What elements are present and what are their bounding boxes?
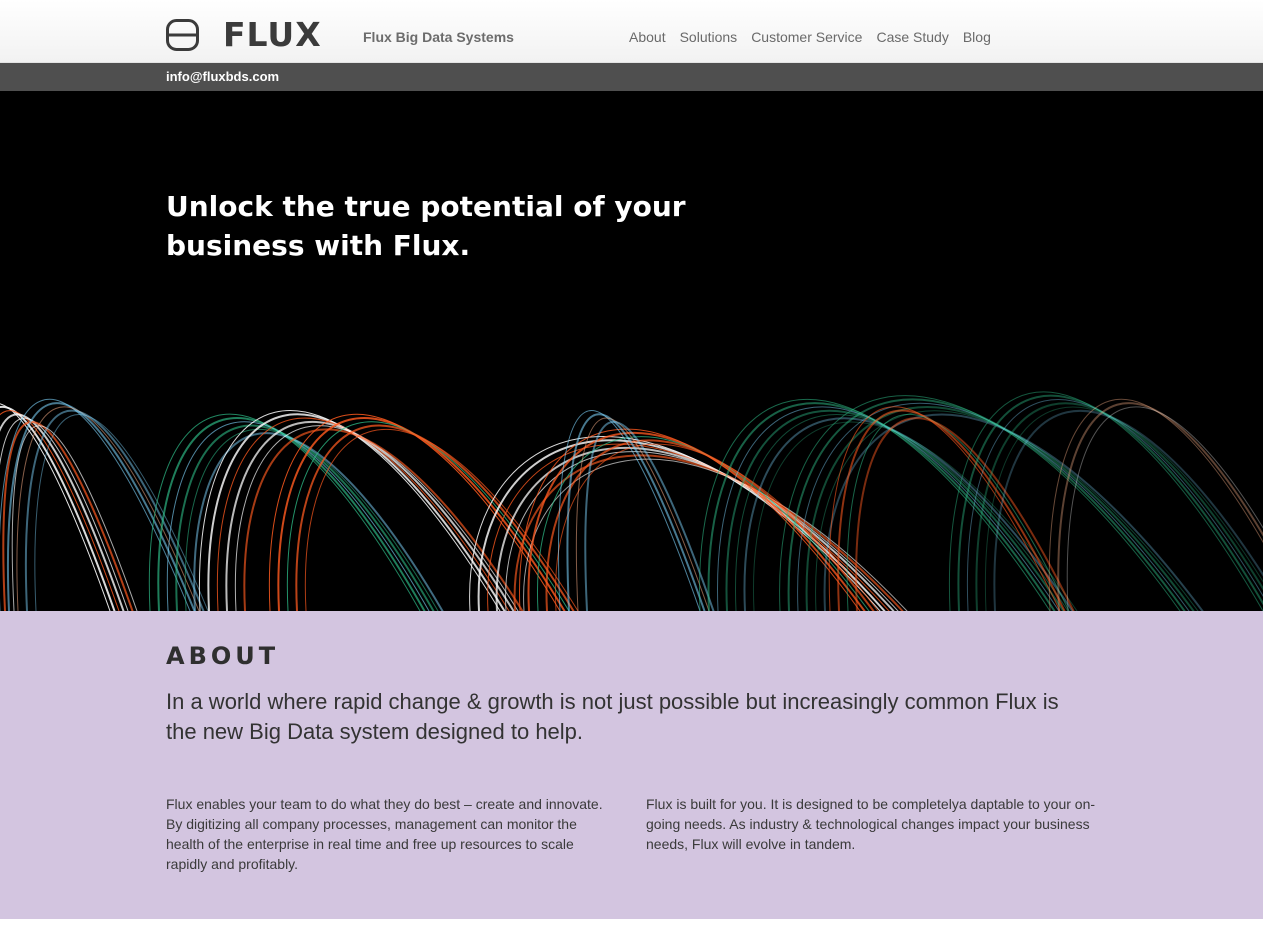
- about-column-right: Flux is built for you. It is designed to…: [646, 796, 1096, 852]
- contact-email-link[interactable]: info@fluxbds.com: [166, 68, 279, 86]
- hero-banner: Unlock the true potential of your busine…: [0, 91, 1263, 611]
- nav-blog[interactable]: Blog: [963, 28, 991, 46]
- nav-case-study[interactable]: Case Study: [876, 28, 948, 46]
- info-bar: info@fluxbds.com: [0, 63, 1263, 91]
- about-title: ABOUT: [166, 642, 280, 670]
- hero-light-streaks-image: [0, 391, 1263, 611]
- main-nav: About Solutions Customer Service Case St…: [629, 28, 991, 46]
- nav-customer-service[interactable]: Customer Service: [751, 28, 862, 46]
- site-tagline: Flux Big Data Systems: [363, 29, 514, 45]
- about-lead: In a world where rapid change & growth i…: [166, 689, 1059, 744]
- site-header: FLUX Flux Big Data Systems About Solutio…: [0, 0, 1263, 63]
- logo-wordmark[interactable]: FLUX: [223, 14, 322, 56]
- hero-headline: Unlock the true potential of your busine…: [166, 190, 686, 262]
- about-section: ABOUT In a world where rapid change & gr…: [0, 611, 1263, 919]
- about-column-left: Flux enables your team to do what they d…: [166, 796, 603, 872]
- flux-logo-icon[interactable]: [166, 19, 199, 51]
- nav-solutions[interactable]: Solutions: [680, 28, 738, 46]
- nav-about[interactable]: About: [629, 28, 666, 46]
